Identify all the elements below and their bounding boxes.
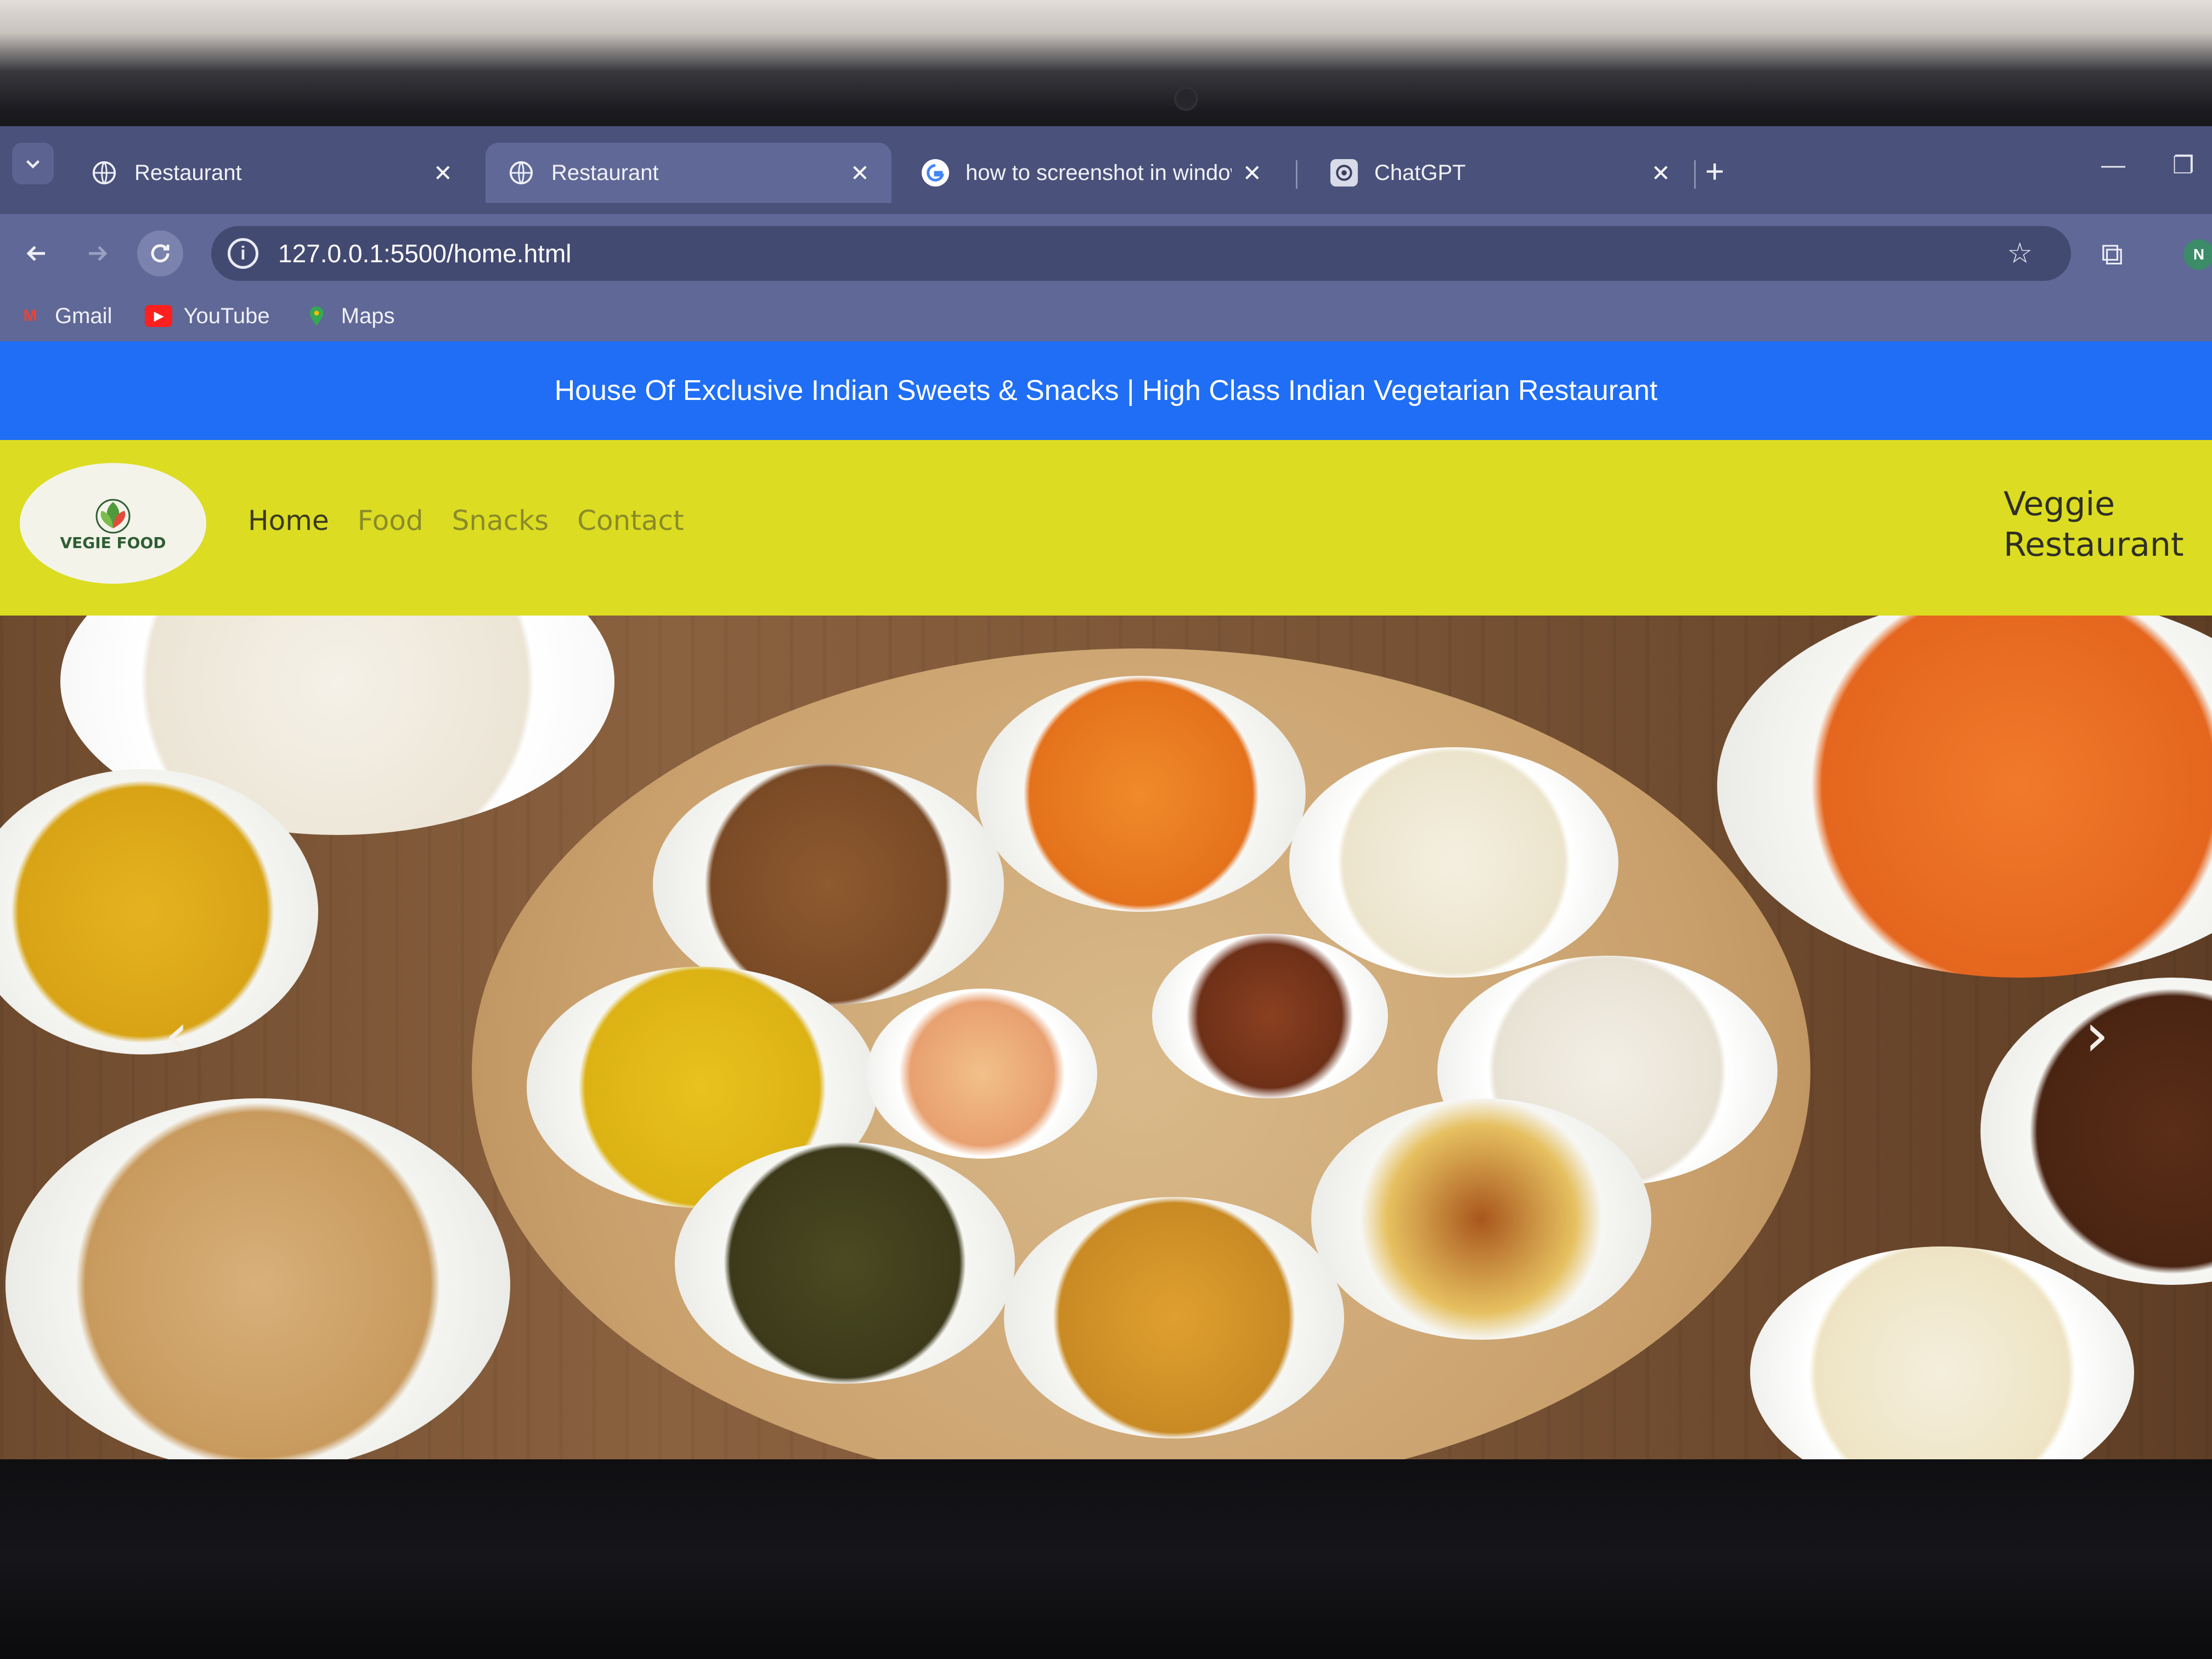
- gmail-icon: M: [23, 307, 37, 325]
- tab-restaurant-2[interactable]: Restaurant ✕: [486, 143, 891, 203]
- bookmark-maps[interactable]: Maps: [303, 303, 395, 329]
- restore-icon[interactable]: ❐: [2172, 151, 2194, 179]
- laptop-bezel-top: [0, 0, 2212, 137]
- nav-food[interactable]: Food: [358, 505, 424, 537]
- paneer-curry-bowl: [1717, 616, 2212, 978]
- reload-button[interactable]: [137, 230, 183, 276]
- profile-avatar[interactable]: N: [2183, 239, 2212, 270]
- bookmarks-bar: M Gmail ▶ YouTube Maps: [0, 291, 2212, 341]
- chatgpt-icon: [1330, 159, 1358, 187]
- pickle-bowl: [1152, 934, 1388, 1098]
- tab-how-to-screenshot[interactable]: how to screenshot in windows ✕: [900, 143, 1284, 203]
- raita-bowl: [1750, 1246, 2134, 1459]
- brand-line-2: Restaurant: [2004, 526, 2184, 564]
- new-tab-button[interactable]: +: [1705, 153, 1724, 190]
- close-icon[interactable]: ✕: [1651, 160, 1671, 187]
- reload-icon: [151, 244, 170, 263]
- webcam: [1174, 87, 1198, 111]
- bookmark-gmail[interactable]: M Gmail: [16, 304, 112, 329]
- arrow-right-icon: [89, 246, 108, 261]
- salad-bowl: [867, 989, 1097, 1159]
- tab-search-button[interactable]: [12, 143, 54, 184]
- tab-separator: [1694, 160, 1696, 189]
- nav-contact[interactable]: Contact: [577, 505, 684, 537]
- maps-icon: [303, 305, 330, 327]
- browser-toolbar: i 127.0.0.1:5500/home.html ☆ ⧉ N: [0, 214, 2212, 291]
- laptop-bezel-bottom: [0, 1459, 2212, 1659]
- paneer-bowl: [977, 676, 1306, 912]
- arrow-left-icon: [26, 246, 45, 261]
- announcement-bar: House Of Exclusive Indian Sweets & Snack…: [0, 341, 2212, 440]
- site-navbar: VEGIE FOOD Home Food Snacks Contact Vegg…: [0, 440, 2212, 616]
- hero-carousel: ‹ ›: [0, 616, 2212, 1459]
- bhindi-bowl: [675, 1142, 1015, 1384]
- globe-icon: [91, 159, 118, 187]
- address-url[interactable]: 127.0.0.1:5500/home.html: [278, 239, 571, 268]
- carousel-prev-button[interactable]: ‹: [165, 1000, 189, 1070]
- roti-plate: [5, 1098, 510, 1459]
- tab-chatgpt[interactable]: ChatGPT ✕: [1308, 143, 1692, 203]
- gobi-bowl: [1004, 1197, 1344, 1438]
- web-page: House Of Exclusive Indian Sweets & Snack…: [0, 341, 2212, 1459]
- bookmark-youtube[interactable]: ▶ YouTube: [145, 303, 270, 329]
- gulab-jamun-bowl: [1311, 1098, 1651, 1340]
- bookmark-star-icon[interactable]: ☆: [2007, 237, 2033, 270]
- minimize-icon[interactable]: —: [2101, 151, 2125, 179]
- browser-tab-strip: Restaurant ✕ Restaurant ✕ how to screens…: [0, 126, 2212, 214]
- tab-title: how to screenshot in windows: [966, 160, 1232, 185]
- extensions-icon[interactable]: ⧉: [2101, 236, 2123, 273]
- tab-title: Restaurant: [551, 160, 659, 185]
- close-icon[interactable]: ✕: [850, 160, 870, 187]
- close-icon[interactable]: ✕: [433, 160, 453, 187]
- tab-title: Restaurant: [134, 160, 242, 185]
- brand-line-1: Veggie: [2004, 485, 2115, 523]
- globe-icon: [507, 159, 535, 187]
- site-logo[interactable]: VEGIE FOOD: [20, 463, 206, 584]
- main-nav: Home Food Snacks Contact: [248, 505, 713, 537]
- bookmark-label: Maps: [341, 303, 395, 328]
- site-brand: Veggie Restaurant: [2004, 484, 2185, 565]
- announcement-text: House Of Exclusive Indian Sweets & Snack…: [554, 375, 1658, 407]
- nav-home[interactable]: Home: [248, 505, 329, 537]
- google-icon: [922, 159, 949, 187]
- site-info-icon[interactable]: i: [228, 238, 258, 269]
- kheer-bowl: [1289, 747, 1618, 978]
- back-button[interactable]: [13, 230, 59, 276]
- forward-button[interactable]: [75, 230, 121, 276]
- leaf-icon: [95, 499, 131, 533]
- close-icon[interactable]: ✕: [1243, 160, 1262, 187]
- tab-title: ChatGPT: [1374, 160, 1466, 185]
- carousel-next-button[interactable]: ›: [2085, 1000, 2109, 1070]
- laptop-screen: Restaurant ✕ Restaurant ✕ how to screens…: [0, 126, 2212, 1459]
- chevron-down-icon: [26, 160, 40, 169]
- youtube-icon: ▶: [145, 305, 173, 327]
- logo-text: VEGIE FOOD: [60, 533, 166, 552]
- tab-restaurant-1[interactable]: Restaurant ✕: [69, 143, 475, 203]
- bookmark-label: YouTube: [183, 303, 270, 328]
- nav-snacks[interactable]: Snacks: [452, 505, 549, 537]
- tab-separator: [1296, 160, 1297, 189]
- bookmark-label: Gmail: [55, 303, 112, 328]
- address-bar[interactable]: i 127.0.0.1:5500/home.html ☆: [211, 226, 2071, 281]
